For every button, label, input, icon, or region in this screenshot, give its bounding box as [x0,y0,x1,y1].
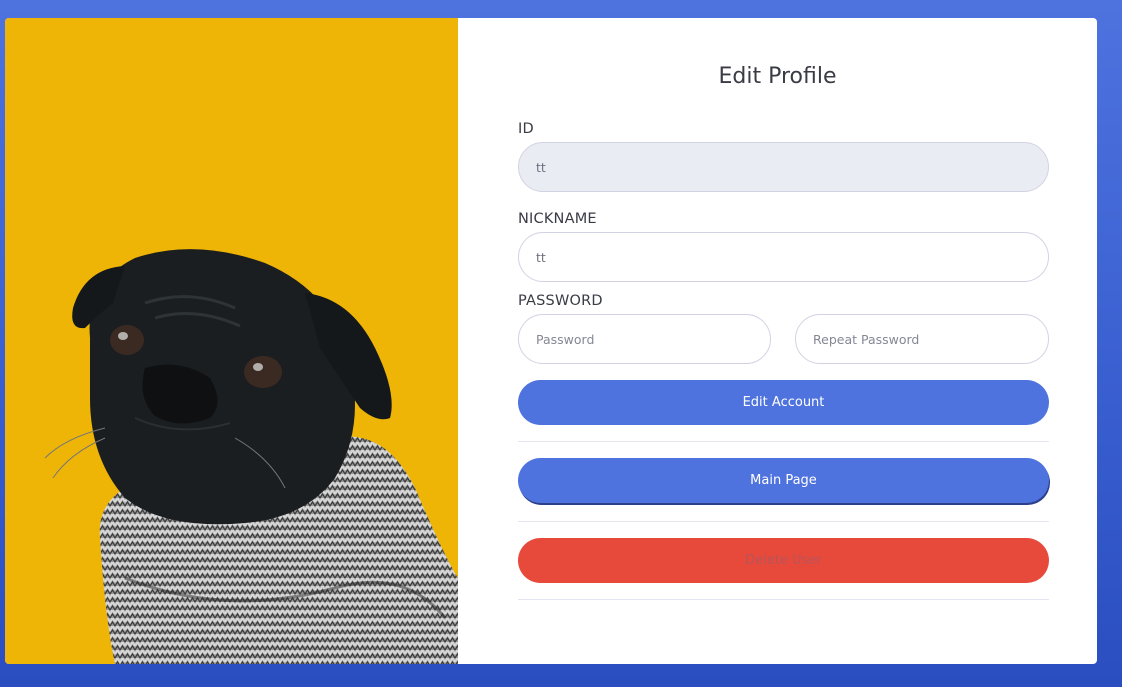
nickname-label: NICKNAME [518,211,597,227]
edit-account-button[interactable]: Edit Account [518,380,1049,425]
delete-user-button[interactable]: Delete User [518,538,1049,583]
repeat-password-field[interactable] [795,314,1049,364]
id-field[interactable] [518,142,1049,192]
pug-photo [5,18,458,664]
main-page-button[interactable]: Main Page [518,458,1049,503]
divider [518,599,1049,600]
id-label: ID [518,121,534,137]
divider [518,521,1049,522]
edit-profile-form: Edit Profile ID NICKNAME PASSWORD Edit A… [458,18,1097,664]
pug-illustration [44,249,458,664]
divider [518,441,1049,442]
nickname-field[interactable] [518,232,1049,282]
edit-profile-card: Edit Profile ID NICKNAME PASSWORD Edit A… [5,18,1097,664]
password-field[interactable] [518,314,771,364]
page-title: Edit Profile [718,64,837,89]
password-label: PASSWORD [518,293,603,309]
